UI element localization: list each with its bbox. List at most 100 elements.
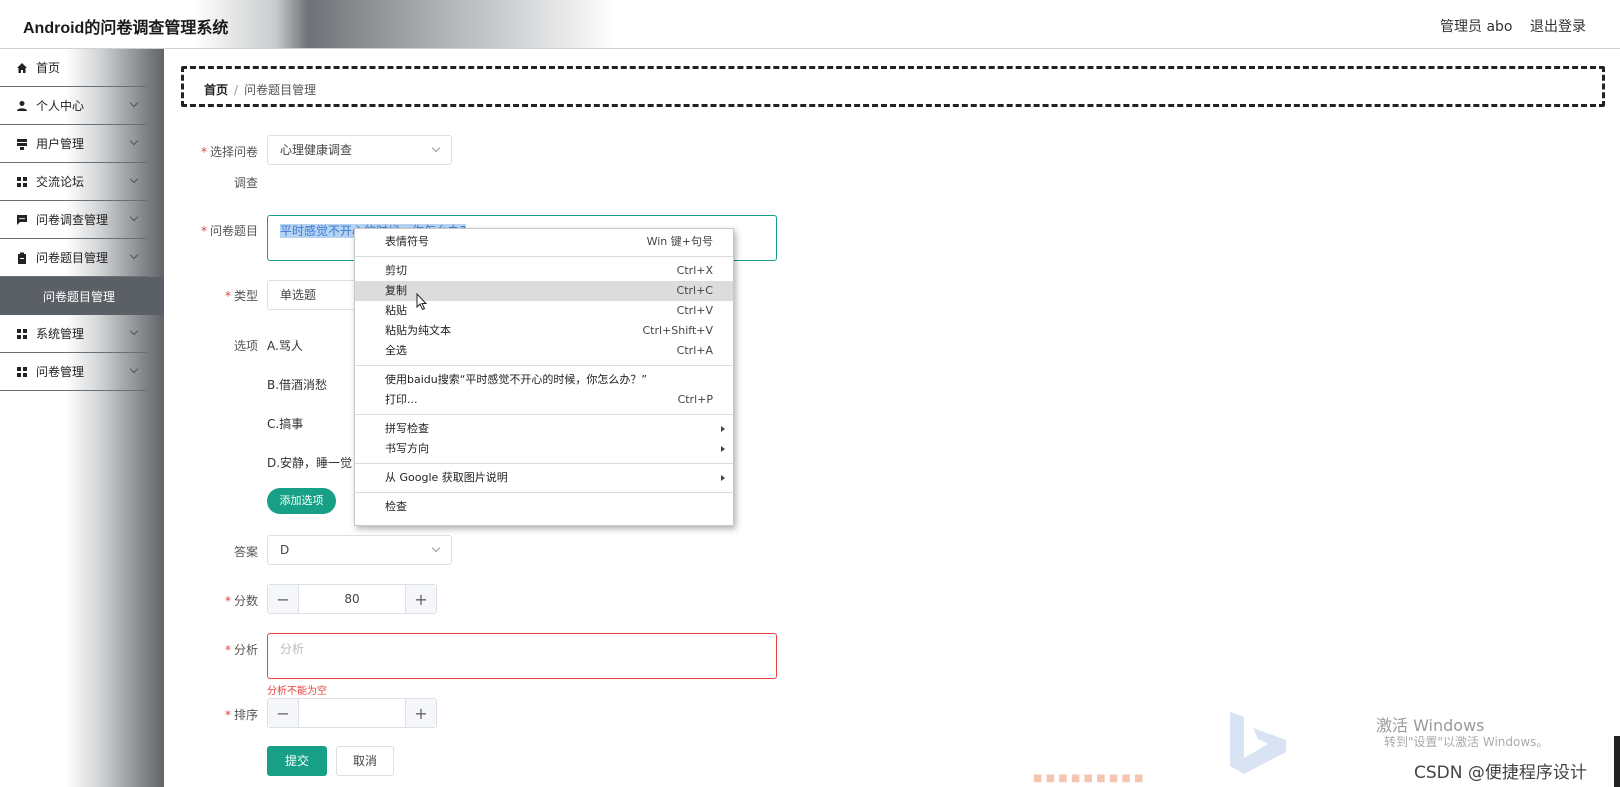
ctx-cut[interactable]: 剪切 Ctrl+X [355, 261, 733, 281]
option-item: D.安静，睡一觉 [267, 456, 353, 470]
survey-label-line2: 调查 [233, 176, 258, 190]
analysis-placeholder: 分析 [280, 642, 305, 656]
logout-link[interactable]: 退出登录 [1530, 16, 1586, 36]
csdn-watermark: CSDN @便捷程序设计 [1414, 763, 1587, 783]
chevron-down-icon [129, 250, 139, 260]
current-user: 管理员 abo [1440, 19, 1513, 35]
sidebar-item-label: 首页 [36, 61, 61, 75]
ctx-shortcut: Ctrl+P [677, 393, 713, 406]
sidebar-item-home[interactable]: 首页 [0, 49, 147, 87]
users-icon [16, 138, 28, 150]
breadcrumb: 首页 / 问卷题目管理 [204, 81, 316, 98]
ctx-divider [355, 256, 733, 257]
chevron-down-icon [129, 364, 139, 374]
ctx-label: 表情符号 [385, 235, 429, 248]
submit-button[interactable]: 提交 [267, 746, 327, 776]
analysis-textarea[interactable]: 分析 [267, 633, 777, 679]
app-title: Android的问卷调查管理系统 [23, 20, 229, 37]
score-stepper[interactable]: − 80 + [267, 584, 437, 614]
breadcrumb-home[interactable]: 首页 [204, 83, 228, 97]
ctx-shortcut: Ctrl+Shift+V [642, 324, 713, 337]
breadcrumb-bar: 首页 / 问卷题目管理 [181, 66, 1605, 107]
sidebar-item-label: 个人中心 [36, 99, 85, 113]
user-icon [16, 100, 28, 112]
submenu-arrow-icon [721, 426, 725, 432]
ctx-label: 粘贴为纯文本 [385, 324, 451, 337]
ctx-label: 剪切 [385, 264, 407, 277]
option-item: C.搞事 [267, 417, 304, 431]
sidebar-item-forum[interactable]: 交流论坛 [0, 163, 147, 201]
sidebar-item-users[interactable]: 用户管理 [0, 125, 147, 163]
type-select-value: 单选题 [280, 288, 317, 302]
decrement-button[interactable]: − [268, 699, 299, 727]
ctx-search[interactable]: 使用baidu搜索“平时感觉不开心的时候，你怎么办？” [355, 370, 733, 390]
sidebar-item-profile[interactable]: 个人中心 [0, 87, 147, 125]
sidebar-item-questionnaire[interactable]: 问卷管理 [0, 353, 147, 391]
order-label: * 排序 [224, 708, 258, 722]
increment-button[interactable]: + [405, 585, 436, 613]
options-label: 选项 [233, 339, 258, 353]
ctx-label: 全选 [385, 344, 407, 357]
mouse-cursor-icon [416, 292, 428, 314]
ctx-shortcut: Win 键+句号 [646, 235, 713, 248]
ctx-emoji[interactable]: 表情符号 Win 键+句号 [355, 232, 733, 252]
ctx-paste[interactable]: 粘贴 Ctrl+V [355, 301, 733, 321]
type-label: * 类型 [224, 289, 258, 303]
sidebar-subitem-label: 问卷题目管理 [43, 289, 116, 304]
order-value[interactable] [299, 699, 405, 727]
answer-select-value: D [280, 543, 290, 557]
chevron-down-icon [129, 174, 139, 184]
windows-activation-text: 转到"设置"以激活 Windows。 [1384, 735, 1549, 749]
add-option-button[interactable]: 添加选项 [267, 488, 336, 514]
answer-label: 答案 [233, 545, 258, 559]
chevron-down-icon [431, 143, 441, 153]
breadcrumb-current: 问卷题目管理 [244, 83, 317, 97]
sidebar-subitem-question-manage[interactable]: 问卷题目管理 [0, 277, 164, 315]
sidebar-item-system[interactable]: 系统管理 [0, 315, 147, 353]
top-header: Android的问卷调查管理系统 管理员 abo 退出登录 [0, 0, 1620, 49]
analysis-error-message: 分析不能为空 [267, 686, 327, 697]
ctx-label: 书写方向 [385, 442, 429, 455]
chevron-down-icon [129, 98, 139, 108]
ctx-print[interactable]: 打印... Ctrl+P [355, 390, 733, 410]
option-item: A.骂人 [267, 339, 303, 353]
grid-icon [16, 366, 28, 378]
grid-icon [16, 328, 28, 340]
score-value[interactable]: 80 [299, 585, 405, 613]
ctx-label: 拼写检查 [385, 422, 429, 435]
ctx-copy[interactable]: 复制 Ctrl+C [355, 281, 733, 301]
survey-select[interactable]: 心理健康调查 [267, 135, 452, 165]
sidebar-item-label: 问卷调查管理 [36, 213, 109, 227]
analysis-label: * 分析 [224, 643, 258, 657]
ctx-label: 使用baidu搜索“平时感觉不开心的时候，你怎么办？” [385, 373, 648, 386]
question-label: * 问卷题目 [200, 224, 258, 238]
ctx-inspect[interactable]: 检查 [355, 497, 733, 517]
ctx-label: 从 Google 获取图片说明 [385, 471, 508, 484]
sidebar-item-question-manage[interactable]: 问卷题目管理 [0, 239, 147, 277]
scrollbar[interactable] [1614, 736, 1620, 787]
submenu-arrow-icon [721, 475, 725, 481]
cancel-button[interactable]: 取消 [336, 746, 394, 776]
ctx-shortcut: Ctrl+V [676, 304, 713, 317]
decrement-button[interactable]: − [268, 585, 299, 613]
chevron-down-icon [431, 543, 441, 553]
score-label: * 分数 [224, 594, 258, 608]
ctx-writing-direction[interactable]: 书写方向 [355, 439, 733, 459]
ctx-google-image[interactable]: 从 Google 获取图片说明 [355, 468, 733, 488]
answer-select[interactable]: D [267, 535, 452, 565]
chevron-down-icon [129, 326, 139, 336]
ctx-paste-plain[interactable]: 粘贴为纯文本 Ctrl+Shift+V [355, 321, 733, 341]
sidebar-item-survey-manage[interactable]: 问卷调查管理 [0, 201, 147, 239]
option-item: B.借酒消愁 [267, 378, 328, 392]
chevron-down-icon [129, 212, 139, 222]
order-stepper[interactable]: − + [267, 698, 437, 728]
increment-button[interactable]: + [405, 699, 436, 727]
context-menu: 表情符号 Win 键+句号 剪切 Ctrl+X 复制 Ctrl+C 粘贴 Ctr… [354, 228, 734, 526]
sidebar-item-label: 问卷题目管理 [36, 251, 109, 265]
tray-icons: ■ ■ ■ ■ ■ ■ ■ ■ ■ [1033, 773, 1144, 784]
breadcrumb-separator: / [234, 83, 239, 97]
bing-logo-icon [1228, 712, 1288, 777]
ctx-spellcheck[interactable]: 拼写检查 [355, 419, 733, 439]
ctx-select-all[interactable]: 全选 Ctrl+A [355, 341, 733, 361]
ctx-divider [355, 365, 733, 366]
